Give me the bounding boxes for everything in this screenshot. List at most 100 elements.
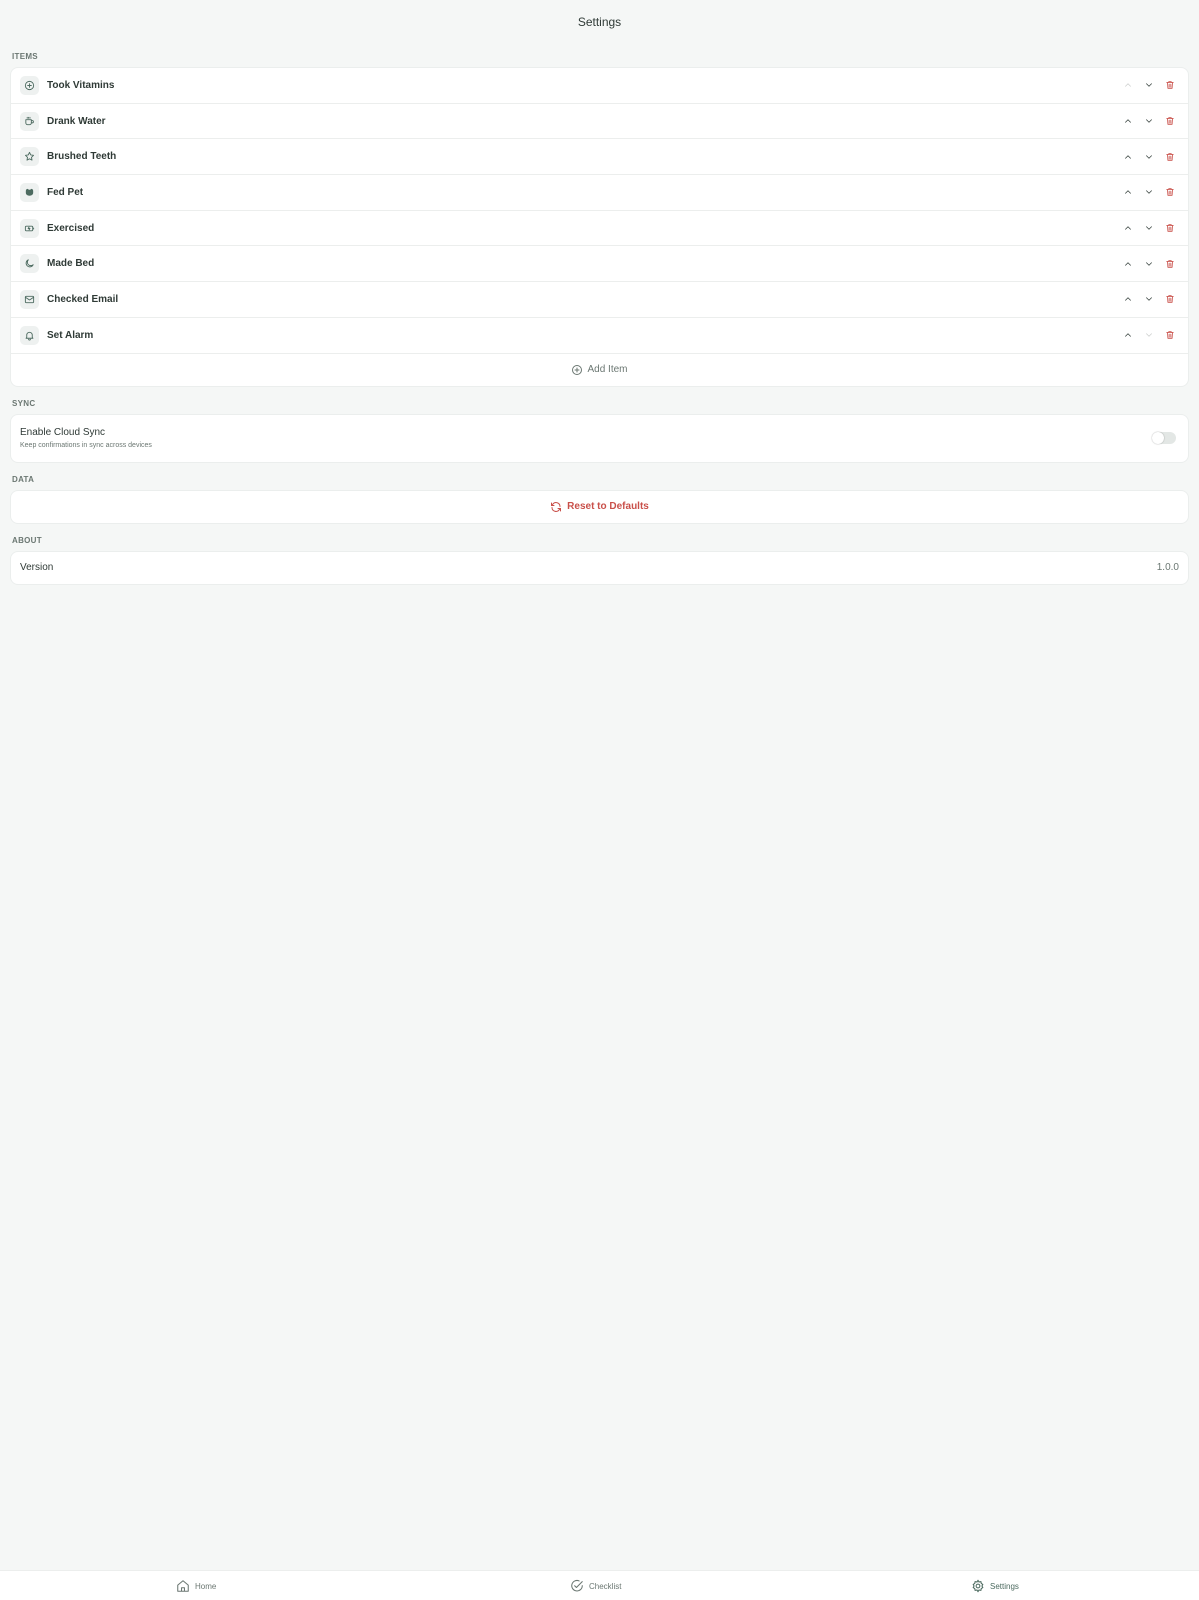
move-down-button[interactable] bbox=[1138, 146, 1159, 167]
version-value: 1.0.0 bbox=[1156, 562, 1179, 573]
item-icon-badge bbox=[20, 289, 39, 309]
chevron-down-icon bbox=[1145, 190, 1152, 195]
item-icon-badge bbox=[20, 111, 39, 131]
sync-card: Enable Cloud Sync Keep confirmations in … bbox=[10, 413, 1189, 463]
cup-icon bbox=[25, 116, 34, 125]
item-row: Made Bed bbox=[11, 246, 1188, 283]
tab-settings-label: Settings bbox=[990, 1581, 1019, 1591]
move-up-button[interactable] bbox=[1117, 253, 1138, 274]
chevron-down-icon bbox=[1145, 333, 1152, 337]
chevron-up-icon bbox=[1124, 155, 1131, 159]
section-label-about: ABOUT bbox=[12, 535, 42, 545]
tab-checklist-label: Checklist bbox=[589, 1581, 622, 1591]
tab-home[interactable]: Home bbox=[176, 1571, 216, 1600]
item-row: Set Alarm bbox=[11, 318, 1188, 354]
chevron-up-icon bbox=[1124, 333, 1131, 337]
cloud-sync-text: Enable Cloud Sync Keep confirmations in … bbox=[20, 427, 1152, 449]
move-up-button[interactable] bbox=[1117, 75, 1138, 96]
tab-checklist[interactable]: Checklist bbox=[570, 1571, 621, 1600]
item-label: Brushed Teeth bbox=[47, 151, 117, 163]
chevron-up-icon bbox=[1124, 297, 1131, 302]
move-down-button[interactable] bbox=[1138, 182, 1159, 203]
chevron-down-icon bbox=[1145, 119, 1152, 123]
chevron-down-icon bbox=[1145, 297, 1152, 302]
plus-circle-icon bbox=[24, 80, 35, 90]
item-row: Fed Pet bbox=[11, 175, 1188, 211]
item-row: Exercised bbox=[11, 211, 1188, 247]
item-icon-badge bbox=[20, 147, 39, 167]
item-icon-badge bbox=[20, 218, 39, 238]
section-label-data: DATA bbox=[12, 474, 35, 484]
trash-icon bbox=[1165, 224, 1174, 232]
chevron-up-icon bbox=[1124, 119, 1131, 123]
trash-icon bbox=[1165, 117, 1174, 125]
star-icon bbox=[25, 152, 34, 161]
move-up-button[interactable] bbox=[1117, 182, 1138, 203]
refresh-icon bbox=[551, 501, 562, 512]
trash-icon bbox=[1165, 260, 1174, 268]
chevron-down-icon bbox=[1145, 83, 1152, 88]
trash-icon bbox=[1165, 81, 1174, 90]
delete-item-button[interactable] bbox=[1159, 253, 1180, 274]
move-down-button[interactable] bbox=[1138, 218, 1159, 239]
move-up-button[interactable] bbox=[1117, 218, 1138, 239]
cloud-sync-title: Enable Cloud Sync bbox=[20, 427, 106, 438]
mail-icon bbox=[24, 295, 35, 304]
move-down-button[interactable] bbox=[1138, 75, 1159, 96]
reset-to-defaults-button[interactable]: Reset to Defaults bbox=[11, 491, 1188, 523]
move-up-button[interactable] bbox=[1117, 289, 1138, 310]
delete-item-button[interactable] bbox=[1159, 325, 1180, 346]
toggle-knob bbox=[1152, 432, 1164, 444]
delete-item-button[interactable] bbox=[1159, 146, 1180, 167]
item-icon-badge bbox=[20, 75, 39, 95]
page-title: Settings bbox=[577, 14, 622, 29]
move-down-button[interactable] bbox=[1138, 289, 1159, 310]
chevron-down-icon bbox=[1145, 262, 1152, 266]
item-row: Brushed Teeth bbox=[11, 139, 1188, 176]
move-down-button[interactable] bbox=[1138, 111, 1159, 132]
item-icon-badge bbox=[20, 254, 39, 274]
chevron-up-icon bbox=[1124, 262, 1131, 266]
trash-icon bbox=[1165, 331, 1174, 339]
move-up-button[interactable] bbox=[1117, 111, 1138, 132]
chevron-up-icon bbox=[1124, 190, 1131, 195]
version-label: Version bbox=[20, 562, 54, 573]
home-icon bbox=[177, 1580, 189, 1592]
tab-settings[interactable]: Settings bbox=[971, 1571, 1019, 1600]
items-card: Took Vitamins Drank Water Brushed Teeth Fed… bbox=[10, 67, 1189, 387]
top-bar: Settings bbox=[0, 0, 1199, 40]
about-card: Version 1.0.0 bbox=[10, 550, 1189, 585]
move-down-button[interactable] bbox=[1138, 325, 1159, 346]
item-label: Checked Email bbox=[47, 293, 119, 305]
move-up-button[interactable] bbox=[1117, 325, 1138, 346]
bottom-tab-bar: Home Checklist Settings bbox=[0, 1570, 1199, 1600]
item-row: Checked Email bbox=[11, 282, 1188, 318]
item-label: Set Alarm bbox=[47, 329, 94, 341]
item-label: Exercised bbox=[47, 222, 95, 234]
cloud-sync-toggle[interactable] bbox=[1152, 432, 1176, 444]
delete-item-button[interactable] bbox=[1159, 182, 1180, 203]
move-down-button[interactable] bbox=[1138, 253, 1159, 274]
section-label-items: ITEMS bbox=[12, 52, 38, 61]
item-label: Drank Water bbox=[47, 115, 106, 127]
cloud-sync-row: Enable Cloud Sync Keep confirmations in … bbox=[11, 415, 1188, 462]
item-label: Took Vitamins bbox=[47, 79, 115, 91]
delete-item-button[interactable] bbox=[1159, 289, 1180, 310]
delete-item-button[interactable] bbox=[1159, 111, 1180, 132]
trash-icon bbox=[1165, 152, 1174, 161]
delete-item-button[interactable] bbox=[1159, 218, 1180, 239]
move-up-button[interactable] bbox=[1117, 146, 1138, 167]
gear-icon bbox=[972, 1579, 984, 1593]
version-row: Version 1.0.0 bbox=[11, 552, 1188, 584]
trash-icon bbox=[1165, 295, 1174, 304]
section-label-sync: SYNC bbox=[12, 398, 36, 408]
add-item-label: Add Item bbox=[587, 364, 628, 375]
cloud-sync-description: Keep confirmations in sync across device… bbox=[20, 442, 152, 449]
delete-item-button[interactable] bbox=[1159, 75, 1180, 96]
chevron-down-icon bbox=[1145, 155, 1152, 159]
bell-icon bbox=[25, 331, 34, 341]
item-row: Took Vitamins bbox=[11, 68, 1188, 104]
moon-icon bbox=[25, 259, 34, 268]
check-circle-icon bbox=[571, 1579, 583, 1592]
add-item-button[interactable]: Add Item bbox=[11, 354, 1188, 386]
